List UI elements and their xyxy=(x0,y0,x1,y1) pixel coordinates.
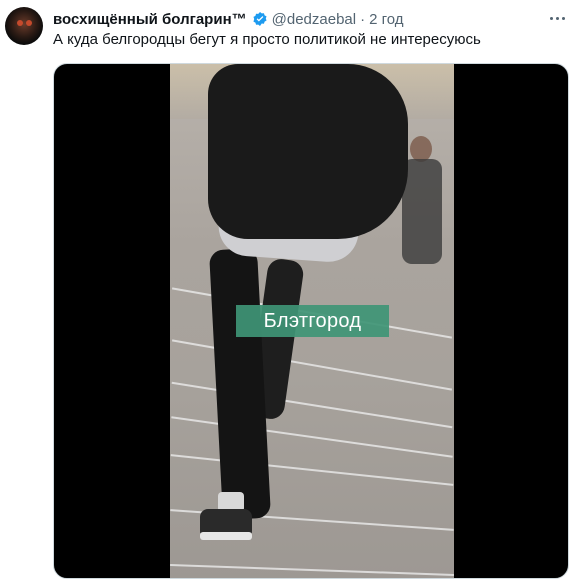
floor-line xyxy=(171,416,453,458)
person-jacket xyxy=(208,64,408,239)
person-leg xyxy=(208,247,272,521)
shoe-sole xyxy=(200,532,252,540)
avatar-detail xyxy=(26,20,32,26)
video-caption-box: Блэтгород xyxy=(236,305,389,337)
handle[interactable]: @dedzaebal xyxy=(272,11,356,28)
floor-line xyxy=(170,454,454,486)
video-caption: Блэтгород xyxy=(263,309,362,332)
floor-line xyxy=(170,564,454,576)
avatar[interactable] xyxy=(5,7,43,45)
display-name[interactable]: восхищённый болгарин™ xyxy=(53,11,247,28)
video-media[interactable]: Блэтгород xyxy=(53,63,569,579)
separator-dot: · xyxy=(360,10,366,28)
more-horizontal-icon[interactable] xyxy=(546,8,568,28)
tweet: восхищённый болгарин™ @dedzaebal · 2 год… xyxy=(0,0,578,585)
timestamp[interactable]: 2 год xyxy=(369,11,403,28)
background-person xyxy=(402,159,442,264)
tweet-header: восхищённый болгарин™ @dedzaebal · 2 год xyxy=(53,9,404,29)
verified-badge-icon xyxy=(253,12,267,26)
tweet-text: А куда белгородцы бегут я просто политик… xyxy=(53,31,481,48)
avatar-detail xyxy=(17,20,23,26)
